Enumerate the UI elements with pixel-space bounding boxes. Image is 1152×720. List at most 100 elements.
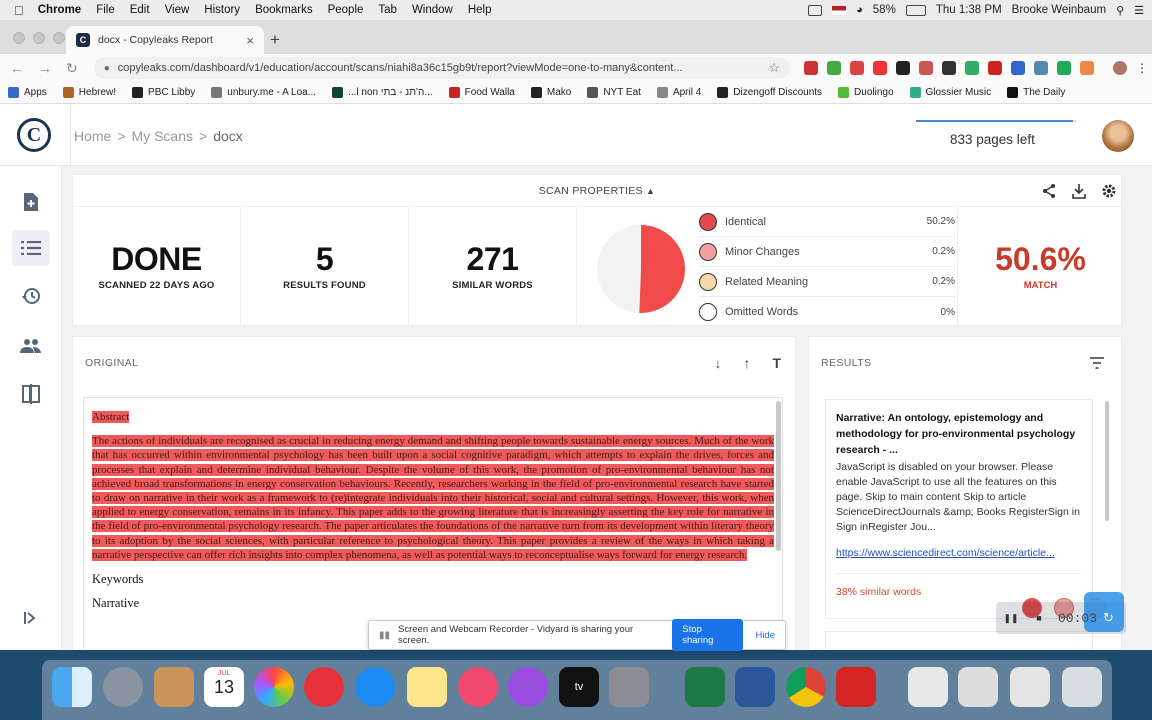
bookmark-item[interactable]: Mako xyxy=(530,87,571,98)
new-tab-button[interactable]: + xyxy=(270,30,280,50)
reload-button[interactable]: ↻ xyxy=(66,60,78,77)
sidebar-item-history[interactable] xyxy=(12,278,50,314)
extension-icon[interactable] xyxy=(804,61,818,75)
music-icon[interactable] xyxy=(458,667,498,707)
hide-share-bar-button[interactable]: Hide xyxy=(755,630,775,641)
legend-row-minor-changes[interactable]: Minor Changes 0.2% xyxy=(699,237,955,267)
browser-tab-active[interactable]: C docx - Copyleaks Report × xyxy=(66,26,264,54)
minimize-window-button[interactable] xyxy=(33,32,45,44)
extension-icon[interactable] xyxy=(988,61,1002,75)
app-store-icon[interactable] xyxy=(355,667,395,707)
address-bar[interactable]: ● copyleaks.com/dashboard/v1/education/a… xyxy=(93,57,790,79)
pause-icon[interactable]: ❚❚ xyxy=(1002,609,1020,627)
podcasts-icon[interactable] xyxy=(508,667,548,707)
menu-bookmarks[interactable]: Bookmarks xyxy=(255,4,313,16)
menu-tab[interactable]: Tab xyxy=(378,4,397,16)
user-name[interactable]: Brooke Weinbaum xyxy=(1012,4,1106,16)
trash-icon[interactable] xyxy=(1062,667,1102,707)
bookmark-item[interactable]: Hebrew! xyxy=(62,87,116,98)
menu-help[interactable]: Help xyxy=(468,4,492,16)
launchpad-icon[interactable] xyxy=(103,667,143,707)
bookmark-item[interactable]: Duolingo xyxy=(838,87,894,98)
arrow-down-icon[interactable]: ↓ xyxy=(714,355,721,371)
apple-menu-icon[interactable]:  xyxy=(14,3,24,18)
bookmark-item[interactable]: Dizengoff Discounts xyxy=(717,87,822,98)
filter-icon[interactable] xyxy=(1089,357,1105,369)
extension-icon[interactable] xyxy=(1080,61,1094,75)
result-url-link[interactable]: https://www.sciencedirect.com/science/ar… xyxy=(836,547,1082,559)
extension-icon[interactable] xyxy=(942,61,956,75)
bookmark-item[interactable]: April 4 xyxy=(656,87,701,98)
gear-icon[interactable] xyxy=(1101,183,1117,199)
restart-icon[interactable]: ↻ xyxy=(1103,610,1114,626)
extension-icon[interactable] xyxy=(919,61,933,75)
battery-text[interactable]: 58% xyxy=(873,4,896,16)
results-scrollbar[interactable] xyxy=(1105,401,1109,521)
sidebar-item-compare[interactable] xyxy=(12,376,50,412)
arrow-up-icon[interactable]: ↑ xyxy=(743,355,750,371)
menu-app[interactable]: Chrome xyxy=(38,4,81,16)
user-avatar[interactable] xyxy=(1102,120,1134,152)
extension-icon[interactable] xyxy=(873,61,887,75)
menu-history[interactable]: History xyxy=(204,4,240,16)
window-thumbnail-icon[interactable] xyxy=(1010,667,1050,707)
sidebar-item-new-scan[interactable] xyxy=(12,184,50,220)
breadcrumb-home[interactable]: Home xyxy=(74,128,111,144)
extension-icon[interactable] xyxy=(1034,61,1048,75)
bookmark-item[interactable]: Apps xyxy=(8,87,47,98)
scan-properties-toggle[interactable]: SCAN PROPERTIES ▲ xyxy=(73,175,1121,207)
document-viewer[interactable]: Abstract The actions of individuals are … xyxy=(83,397,783,650)
legend-row-omitted-words[interactable]: Omitted Words 0% xyxy=(699,297,955,327)
bookmark-item[interactable]: PBC Libby xyxy=(132,87,195,98)
sidebar-item-users[interactable] xyxy=(12,328,50,364)
bookmark-item[interactable]: unbury.me - A Loa... xyxy=(211,87,316,98)
extension-icon[interactable] xyxy=(827,61,841,75)
share-icon[interactable] xyxy=(1041,183,1057,199)
stop-icon[interactable]: ■ xyxy=(1030,609,1048,627)
extension-icon[interactable] xyxy=(1011,61,1025,75)
extension-icon[interactable] xyxy=(896,61,910,75)
finder-icon[interactable] xyxy=(52,667,92,707)
contacts-icon[interactable] xyxy=(154,667,194,707)
menu-view[interactable]: View xyxy=(165,4,190,16)
download-icon[interactable] xyxy=(1071,183,1087,199)
text-format-icon[interactable]: T xyxy=(772,355,781,371)
calendar-icon[interactable]: JUL 13 xyxy=(204,667,244,707)
chrome-menu-icon[interactable]: ⋮ xyxy=(1136,61,1148,75)
system-preferences-icon[interactable] xyxy=(609,667,649,707)
bookmark-star-icon[interactable]: ☆ xyxy=(768,60,780,76)
close-tab-icon[interactable]: × xyxy=(246,33,254,48)
extension-icon[interactable] xyxy=(850,61,864,75)
news-icon[interactable] xyxy=(304,667,344,707)
chrome-icon[interactable] xyxy=(786,667,826,707)
menu-people[interactable]: People xyxy=(328,4,364,16)
menu-window[interactable]: Window xyxy=(412,4,453,16)
extension-icon[interactable] xyxy=(1057,61,1071,75)
search-icon[interactable]: ⚲ xyxy=(1116,4,1124,17)
bookmark-item[interactable]: NYT Eat xyxy=(587,87,641,98)
excel-icon[interactable] xyxy=(685,667,725,707)
photos-icon[interactable] xyxy=(254,667,294,707)
extension-icon[interactable] xyxy=(965,61,979,75)
lock-icon[interactable]: ● xyxy=(104,63,110,74)
legend-row-related-meaning[interactable]: Related Meaning 0.2% xyxy=(699,267,955,297)
notes-icon[interactable] xyxy=(407,667,447,707)
copyleaks-logo[interactable]: C xyxy=(17,118,51,152)
menu-list-icon[interactable]: ☰ xyxy=(1134,4,1144,17)
stop-sharing-button[interactable]: Stop sharing xyxy=(672,619,744,651)
window-thumbnail-icon[interactable] xyxy=(908,667,948,707)
url-text[interactable]: copyleaks.com/dashboard/v1/education/acc… xyxy=(118,62,683,74)
flag-icon[interactable] xyxy=(832,5,847,15)
menu-edit[interactable]: Edit xyxy=(130,4,150,16)
breadcrumb-my-scans[interactable]: My Scans xyxy=(132,128,193,144)
pages-left-meter[interactable]: 833 pages left xyxy=(916,120,1076,147)
sidebar-item-scans[interactable] xyxy=(12,230,50,266)
profile-avatar-icon[interactable] xyxy=(1113,61,1127,75)
legend-row-identical[interactable]: Identical 50.2% xyxy=(699,207,955,237)
result-title[interactable]: Narrative: An ontology, epistemology and… xyxy=(836,410,1082,458)
close-window-button[interactable] xyxy=(13,32,25,44)
airplay-icon[interactable] xyxy=(808,4,823,16)
zoom-window-button[interactable] xyxy=(53,32,65,44)
clock[interactable]: Thu 1:38 PM xyxy=(936,4,1002,16)
forward-button[interactable]: → xyxy=(38,60,52,76)
